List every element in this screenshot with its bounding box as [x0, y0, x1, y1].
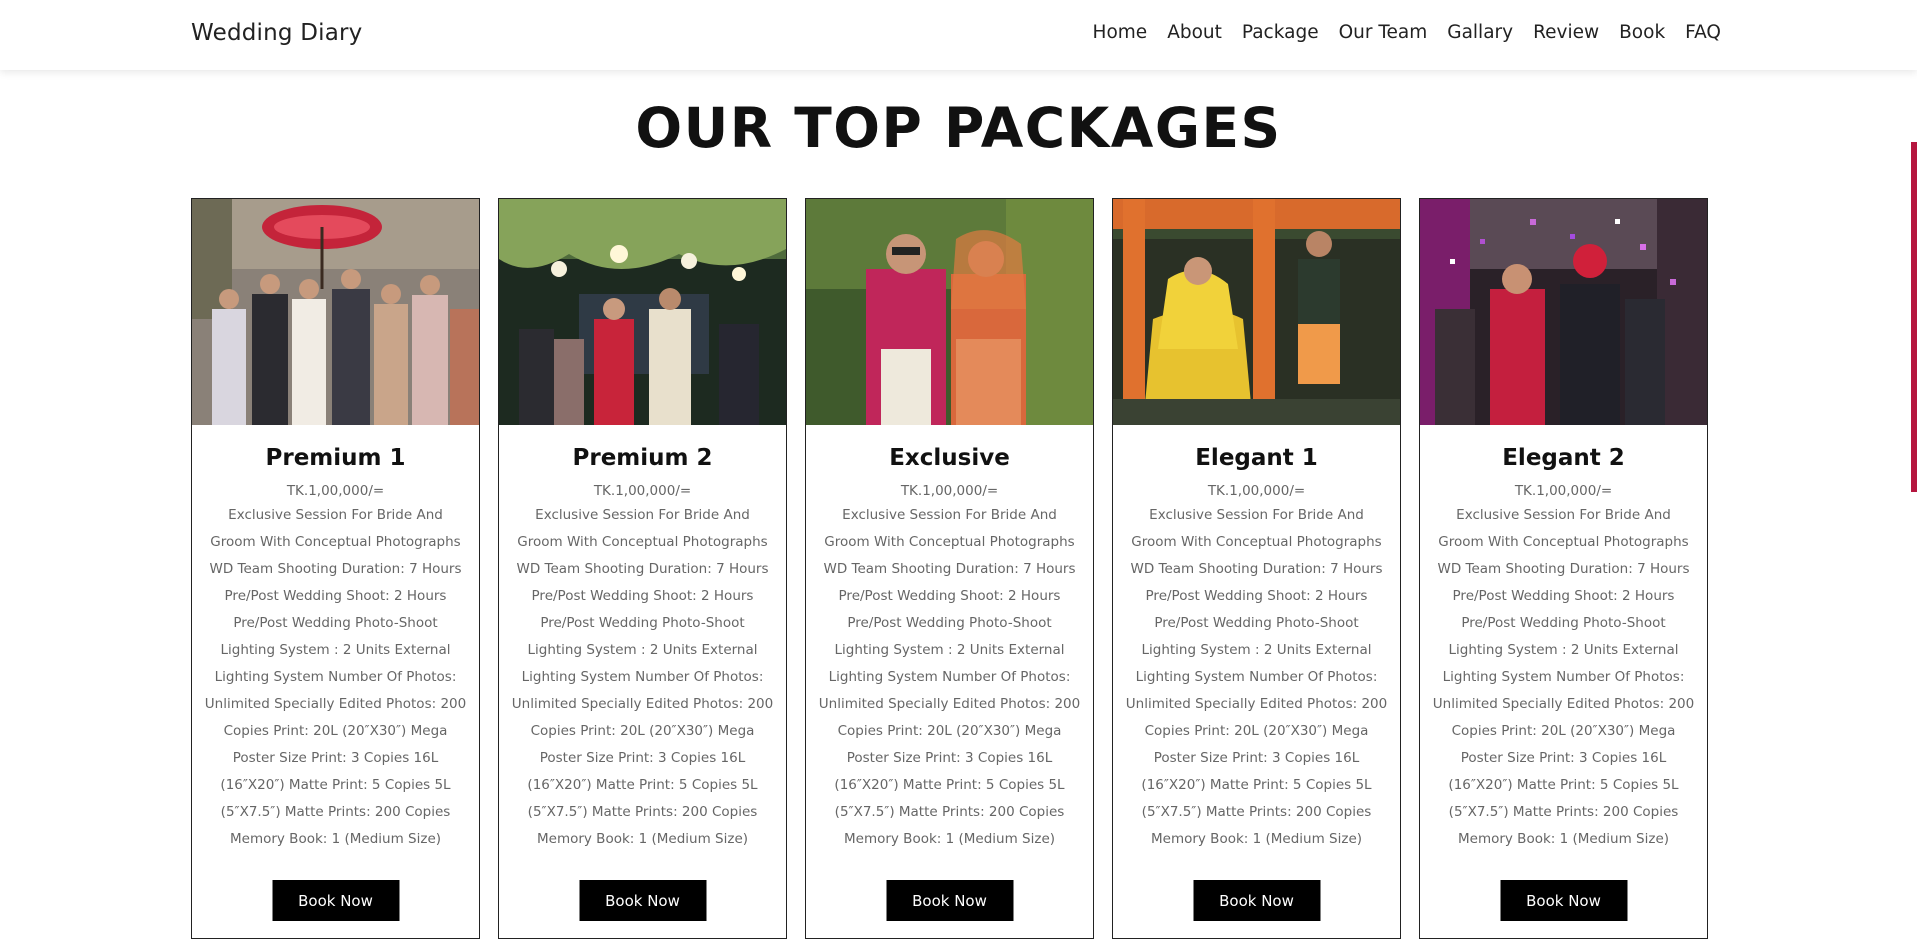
- couple-portrait-photo: [806, 199, 1093, 425]
- package-card-premium-1: Premium 1 TK.1,00,000/= Exclusive Sessio…: [191, 198, 480, 939]
- book-now-button[interactable]: Book Now: [886, 880, 1013, 921]
- package-name: Premium 1: [265, 445, 406, 471]
- nav-review[interactable]: Review: [1533, 22, 1599, 43]
- book-now-button[interactable]: Book Now: [1193, 880, 1320, 921]
- package-name: Elegant 2: [1502, 445, 1625, 471]
- brand-logo[interactable]: Wedding Diary: [191, 20, 362, 46]
- package-name: Premium 2: [572, 445, 713, 471]
- package-card-exclusive: Exclusive TK.1,00,000/= Exclusive Sessio…: [805, 198, 1094, 939]
- package-price: TK.1,00,000/=: [593, 483, 692, 499]
- stage-entrance-photo: [499, 199, 786, 425]
- package-card-elegant-2: Elegant 2 TK.1,00,000/= Exclusive Sessio…: [1419, 198, 1708, 939]
- confetti-celebration-photo: [1420, 199, 1707, 425]
- package-name: Exclusive: [889, 445, 1010, 471]
- nav-home[interactable]: Home: [1093, 22, 1148, 43]
- nav-our-team[interactable]: Our Team: [1339, 22, 1428, 43]
- site-header: Wedding Diary Home About Package Our Tea…: [0, 0, 1917, 70]
- package-description: Exclusive Session For Bride And Groom Wi…: [204, 507, 467, 847]
- package-photo: [499, 199, 786, 425]
- scrollbar-thumb[interactable]: [1911, 142, 1917, 492]
- nav-package[interactable]: Package: [1242, 22, 1319, 43]
- package-description: Exclusive Session For Bride And Groom Wi…: [1432, 507, 1695, 847]
- package-name: Elegant 1: [1195, 445, 1318, 471]
- packages-grid: Premium 1 TK.1,00,000/= Exclusive Sessio…: [191, 198, 1708, 939]
- package-description: Exclusive Session For Bride And Groom Wi…: [818, 507, 1081, 847]
- package-price: TK.1,00,000/=: [1514, 483, 1613, 499]
- package-price: TK.1,00,000/=: [1207, 483, 1306, 499]
- package-price: TK.1,00,000/=: [286, 483, 385, 499]
- package-description: Exclusive Session For Bride And Groom Wi…: [1125, 507, 1388, 847]
- nav-book[interactable]: Book: [1619, 22, 1665, 43]
- book-now-button[interactable]: Book Now: [579, 880, 706, 921]
- bride-swing-photo: [1113, 199, 1400, 425]
- package-photo: [192, 199, 479, 425]
- package-card-elegant-1: Elegant 1 TK.1,00,000/= Exclusive Sessio…: [1112, 198, 1401, 939]
- package-photo: [1113, 199, 1400, 425]
- nav-faq[interactable]: FAQ: [1685, 22, 1721, 43]
- package-description: Exclusive Session For Bride And Groom Wi…: [511, 507, 774, 847]
- package-price: TK.1,00,000/=: [900, 483, 999, 499]
- package-card-premium-2: Premium 2 TK.1,00,000/= Exclusive Sessio…: [498, 198, 787, 939]
- book-now-button[interactable]: Book Now: [272, 880, 399, 921]
- book-now-button[interactable]: Book Now: [1500, 880, 1627, 921]
- section-title: OUR TOP PACKAGES: [635, 96, 1282, 160]
- nav-about[interactable]: About: [1167, 22, 1222, 43]
- package-photo: [1420, 199, 1707, 425]
- nav-gallery[interactable]: Gallary: [1447, 22, 1513, 43]
- main-nav: Home About Package Our Team Gallary Revi…: [1093, 22, 1721, 43]
- package-photo: [806, 199, 1093, 425]
- wedding-procession-photo: [192, 199, 479, 425]
